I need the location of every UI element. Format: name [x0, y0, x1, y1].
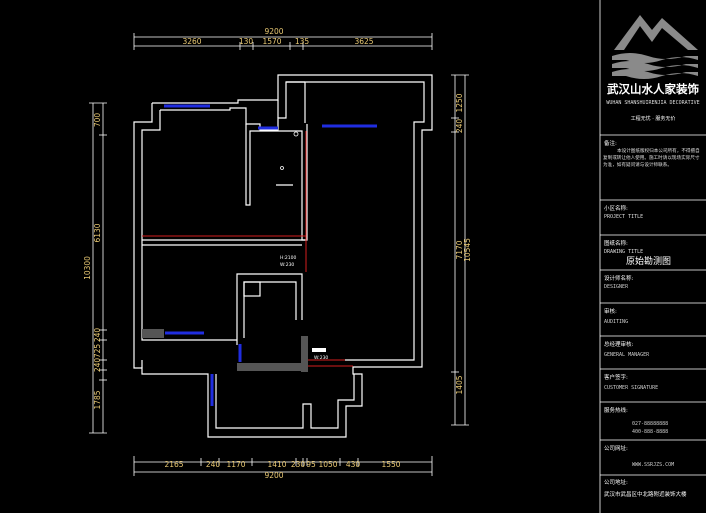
- audit-value: AUDITING: [604, 319, 628, 325]
- red-reference-lines: [142, 131, 353, 367]
- top-dim-segment: 1570: [262, 37, 281, 46]
- left-dim-segment: 725: [93, 344, 102, 359]
- top-dim-segment: 3260: [182, 37, 201, 46]
- client-value: CUSTOMER SIGNATURE: [604, 385, 658, 391]
- address-value: 武汉市武昌区中北路附近装饰大楼: [604, 490, 687, 498]
- note-label: 备注:: [604, 139, 617, 147]
- company-logo: [612, 15, 698, 79]
- drawing-label-en: DRAWING TITLE: [604, 249, 643, 255]
- website-label: 公司网址:: [604, 444, 628, 452]
- client-label: 客户签字:: [604, 373, 628, 381]
- bottom-dim-segment: 430: [346, 460, 361, 469]
- right-dim-segment: 1405: [455, 375, 464, 394]
- pipe-marker: [280, 166, 284, 170]
- top-dim-segment: 135: [295, 37, 310, 46]
- note-text: 本设计图纸版权归本公司所有，不得擅自复制或转让他人使用。施工时请以现场实际尺寸为…: [603, 149, 700, 168]
- bottom-dim-segment: 1410: [267, 460, 286, 469]
- bottom-dim-segment: 1050: [318, 460, 337, 469]
- project-label-en: PROJECT TITLE: [604, 214, 643, 220]
- drawing-label: 图纸名称:: [604, 239, 628, 247]
- phone-1: 027-88888888: [632, 421, 668, 427]
- pipe-marker: [293, 131, 299, 137]
- bottom-total-dim: 9200: [264, 471, 283, 480]
- bottom-dim-segment: 240: [206, 460, 221, 469]
- left-dim-segment: 6130: [93, 223, 102, 242]
- left-dim-segment: 240: [93, 358, 102, 373]
- window-width-label: W:230: [314, 355, 328, 361]
- phone-2: 400-888-8888: [632, 429, 668, 435]
- drawing-title: 原始勘测图: [626, 255, 671, 267]
- door-symbol: [312, 348, 326, 352]
- company-slogan: 工程无忧 · 服务无价: [631, 115, 676, 122]
- designer-label: 设计师名称:: [604, 274, 634, 282]
- windows: [164, 104, 377, 406]
- floor-plan-drawing: 9200 3260 130 1570 135 3625 2165 240 117…: [83, 0, 706, 513]
- designer-value: DESIGNER: [604, 284, 629, 290]
- bottom-dim-segment: 1550: [381, 460, 400, 469]
- bottom-dim-segment: 230: [291, 460, 306, 469]
- right-dim-segment: 240: [455, 119, 464, 134]
- company-name-en: WUHAN SHANSHUIRENJIA DECORATIVE: [606, 100, 699, 106]
- door-width-label: W:230: [280, 262, 294, 268]
- top-dim-segment: 130: [239, 37, 254, 46]
- bottom-dim-segment: 1170: [226, 460, 245, 469]
- left-dim-segment: 700: [93, 113, 102, 128]
- left-dim-segment: 1785: [93, 390, 102, 409]
- manager-label: 总经理审核:: [604, 340, 634, 348]
- top-dim-segment: 3625: [354, 37, 373, 46]
- website-value: WWW.SSRJZS.COM: [632, 462, 674, 468]
- structural-columns: [142, 329, 308, 372]
- audit-label: 审核:: [604, 307, 617, 315]
- left-total-dim: 10300: [83, 256, 92, 280]
- top-total-dim: 9200: [264, 27, 283, 36]
- company-name: 武汉山水人家装饰: [607, 82, 699, 96]
- phone-label: 服务热线:: [604, 406, 628, 414]
- door-height-label: H:2100: [280, 255, 296, 261]
- right-total-dim: 10545: [463, 238, 472, 262]
- bottom-dim-segment: 2165: [164, 460, 183, 469]
- manager-value: GENERAL MANAGER: [604, 352, 650, 358]
- address-label: 公司地址:: [604, 478, 628, 486]
- left-dim-segment: 240: [93, 328, 102, 343]
- note-text-box: 本设计图纸版权归本公司所有，不得擅自复制或转让他人使用。施工时请以现场实际尺寸为…: [603, 149, 700, 168]
- bottom-dim-segment: 95: [306, 460, 316, 469]
- project-label: 小区名称:: [604, 204, 628, 212]
- right-dim-segment: 1250: [455, 93, 464, 112]
